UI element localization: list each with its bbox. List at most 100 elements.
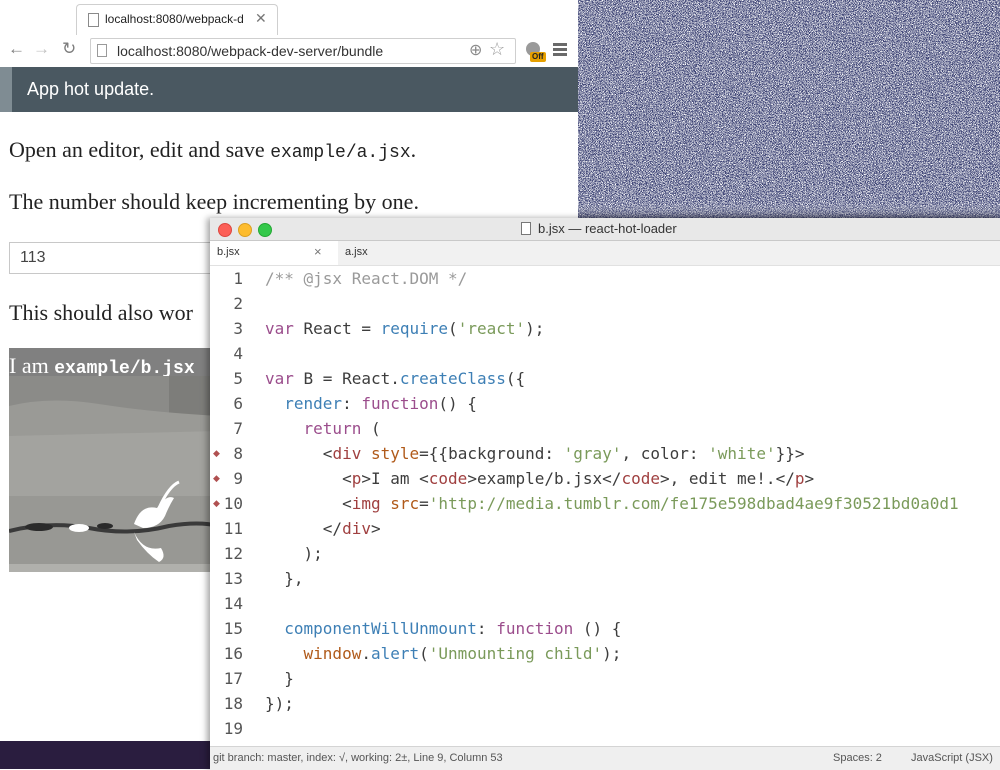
code-line: 2 — [210, 291, 1000, 316]
editor-tab-bar: b.jsx × a.jsx — [210, 241, 1000, 266]
back-arrow-icon[interactable]: ← — [8, 39, 25, 59]
page-favicon-icon — [88, 13, 99, 27]
bottom-dock-strip — [0, 741, 212, 769]
child-component-box: I am example/b.jsx — [9, 348, 219, 572]
line-number: 1 — [233, 269, 243, 288]
line-number: 16 — [223, 644, 243, 663]
code-text: }); — [265, 694, 294, 713]
status-git-info: git branch: master, index: √, working: 2… — [213, 752, 503, 764]
reload-icon[interactable]: ↻ — [62, 39, 76, 59]
code-text: /** @jsx React.DOM */ — [265, 269, 468, 288]
code-text: window.alert('Unmounting child'); — [303, 644, 622, 663]
browser-tab-title: localhost:8080/webpack-d — [105, 12, 244, 26]
editor-window-title: b.jsx — react-hot-loader — [538, 221, 677, 236]
code-text: return ( — [303, 419, 381, 438]
code-text: </div> — [265, 519, 381, 538]
line-number: 19 — [223, 719, 243, 738]
tab-label: b.jsx — [217, 246, 240, 258]
minimize-window-icon[interactable] — [238, 223, 252, 237]
noisy-background-image — [578, 0, 1000, 220]
line-number: 7 — [233, 419, 243, 438]
code-line: 5 var B = React.createClass({ — [210, 366, 1000, 391]
code-line: ◆ 10 <img src='http://media.tumblr.com/f… — [210, 491, 1000, 516]
address-url: localhost:8080/webpack-dev-server/bundle — [117, 43, 384, 59]
code-line: 15 componentWillUnmount: function () { — [210, 616, 1000, 641]
app-banner: App hot update. — [0, 67, 578, 112]
code-line: 19 — [210, 716, 1000, 741]
line-number: 2 — [233, 294, 243, 313]
instruction-code: example/a.jsx — [270, 143, 411, 163]
hamburger-menu-icon[interactable] — [553, 43, 567, 58]
also-paragraph: This should also wor — [9, 300, 193, 325]
banner-title: App hot update. — [27, 79, 155, 99]
code-line: 4 — [210, 341, 1000, 366]
code-text: }, — [265, 569, 304, 588]
expectation-paragraph: The number should keep incrementing by o… — [9, 189, 419, 214]
document-icon — [521, 222, 531, 235]
line-number: 14 — [223, 594, 243, 613]
code-text: <div style={{background: 'gray', color: … — [265, 444, 805, 463]
bird-image — [9, 376, 219, 572]
code-text: componentWillUnmount: function () { — [284, 619, 622, 638]
code-line: ◆ 9 <p>I am <code>example/b.jsx</code>, … — [210, 466, 1000, 491]
browser-tab-strip: localhost:8080/webpack-d ✕ — [0, 0, 578, 37]
code-text: render: function() { — [284, 394, 477, 413]
code-line: 13 }, — [210, 566, 1000, 591]
page-icon — [97, 44, 107, 57]
code-line: 18 }); — [210, 691, 1000, 716]
close-window-icon[interactable] — [218, 223, 232, 237]
editor-status-bar: git branch: master, index: √, working: 2… — [210, 746, 1000, 770]
line-number: 8 — [233, 444, 243, 463]
code-line: 17 } — [210, 666, 1000, 691]
line-number: 11 — [223, 519, 243, 538]
close-tab-icon[interactable]: × — [314, 244, 322, 259]
bookmark-star-icon[interactable]: ☆ — [489, 39, 505, 60]
instruction-text: Open an editor, edit and save — [9, 137, 271, 162]
tab-a-jsx[interactable]: a.jsx — [338, 241, 458, 265]
banner-accent-bar — [0, 67, 12, 112]
code-line: 12 ); — [210, 541, 1000, 566]
line-number: 18 — [223, 694, 243, 713]
counter-box: 113 — [9, 242, 230, 274]
address-bar[interactable]: localhost:8080/webpack-dev-server/bundle… — [90, 38, 516, 64]
extension-icon[interactable]: Off — [524, 40, 546, 62]
code-text: ); — [265, 544, 323, 563]
code-line: 1 /** @jsx React.DOM */ — [210, 266, 1000, 291]
line-number: 6 — [233, 394, 243, 413]
editor-titlebar: b.jsx — react-hot-loader — [210, 218, 1000, 241]
line-number: 9 — [233, 469, 243, 488]
line-number: 10 — [223, 494, 243, 513]
zoom-window-icon[interactable] — [258, 223, 272, 237]
status-spaces[interactable]: Spaces: 2 — [833, 752, 882, 764]
code-line: 6 render: function() { — [210, 391, 1000, 416]
line-number: 3 — [233, 319, 243, 338]
editor-window: b.jsx — react-hot-loader b.jsx × a.jsx 1… — [210, 218, 1000, 770]
instruction-paragraph: Open an editor, edit and save example/a.… — [9, 137, 416, 163]
code-text: var React = require('react'); — [265, 319, 545, 338]
code-text: var B = React.createClass({ — [265, 369, 526, 388]
forward-arrow-icon[interactable]: → — [33, 39, 50, 59]
line-number: 5 — [233, 369, 243, 388]
browser-toolbar: ← → ↻ localhost:8080/webpack-dev-server/… — [0, 35, 578, 68]
line-number: 17 — [223, 669, 243, 688]
close-tab-icon[interactable]: ✕ — [255, 10, 267, 27]
code-text: <img src='http://media.tumblr.com/fe175e… — [265, 494, 959, 513]
code-line: ◆ 8 <div style={{background: 'gray', col… — [210, 441, 1000, 466]
code-line: 11 </div> — [210, 516, 1000, 541]
status-syntax[interactable]: JavaScript (JSX) — [911, 752, 993, 764]
zoom-icon[interactable]: ⊕ — [469, 40, 482, 60]
tab-label: a.jsx — [345, 246, 368, 258]
code-text: <p>I am <code>example/b.jsx</code>, edit… — [265, 469, 815, 488]
tab-b-jsx[interactable]: b.jsx × — [210, 241, 338, 265]
line-number: 4 — [233, 344, 243, 363]
code-line: 7 return ( — [210, 416, 1000, 441]
code-text: } — [265, 669, 294, 688]
line-number: 12 — [223, 544, 243, 563]
code-line: 14 — [210, 591, 1000, 616]
code-area[interactable]: 1 /** @jsx React.DOM */ 2 3 var React = … — [210, 266, 1000, 746]
line-number: 13 — [223, 569, 243, 588]
line-number: 15 — [223, 619, 243, 638]
browser-tab[interactable]: localhost:8080/webpack-d ✕ — [76, 4, 278, 37]
counter-value: 113 — [20, 249, 46, 266]
extension-badge: Off — [530, 52, 546, 62]
